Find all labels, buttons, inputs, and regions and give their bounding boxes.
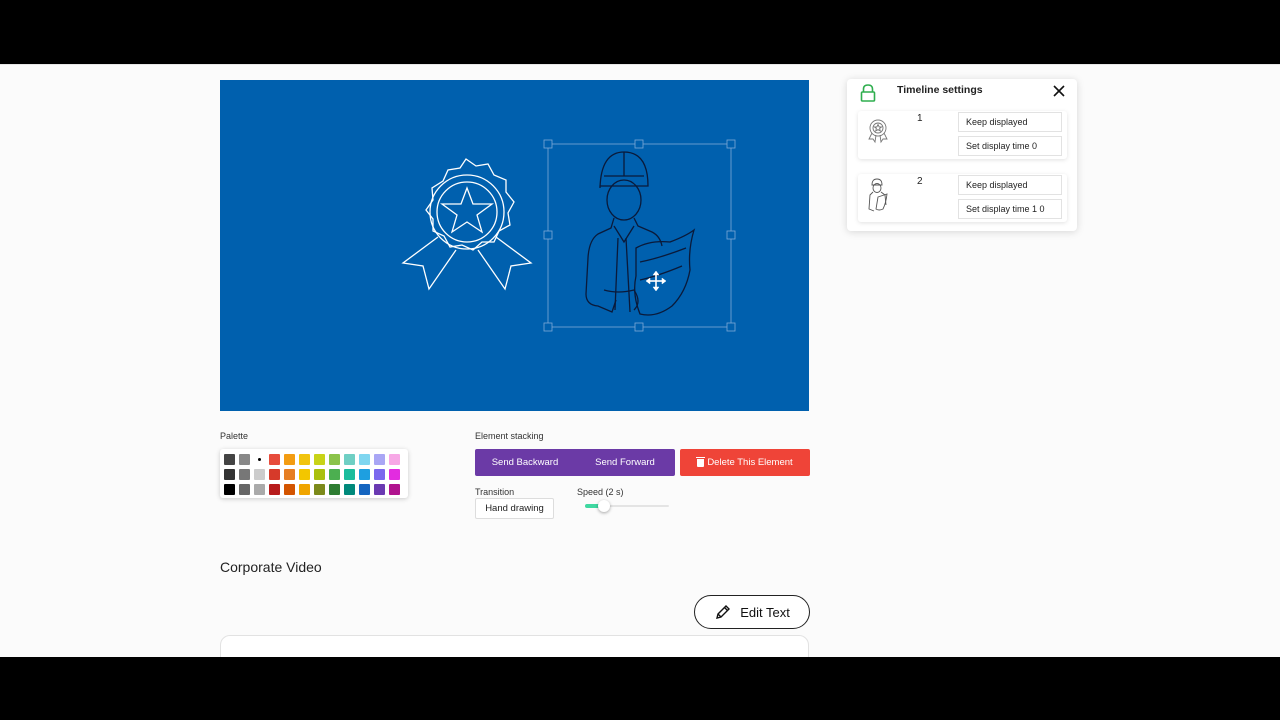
palette-row [224,452,404,467]
color-swatch[interactable] [344,484,355,495]
delete-element-button[interactable]: Delete This Element [680,449,810,476]
color-swatch[interactable] [224,484,235,495]
lock-icon[interactable] [859,83,877,103]
color-swatch[interactable] [224,454,235,465]
transition-label: Transition [475,487,515,497]
selection-box[interactable] [543,139,736,332]
color-swatch[interactable] [284,454,295,465]
badge-ring [429,174,505,250]
engineer-element[interactable] [585,151,696,316]
star-icon [440,186,494,234]
award-badge-element[interactable] [401,158,533,291]
color-swatch[interactable] [299,469,310,480]
color-swatch[interactable] [314,484,325,495]
color-swatch[interactable] [344,454,355,465]
color-swatch[interactable] [269,454,280,465]
color-swatch[interactable] [329,454,340,465]
keep-displayed-button[interactable]: Keep displayed [958,175,1062,195]
color-swatch[interactable] [314,469,325,480]
timeline-settings-panel: Timeline settings 1 Keep displayed Set d… [847,79,1077,231]
timeline-title: Timeline settings [897,84,983,96]
palette-row [224,482,404,497]
keep-displayed-button[interactable]: Keep displayed [958,112,1062,132]
palette-label: Palette [220,431,249,441]
award-badge-thumbnail [868,119,888,144]
color-swatch[interactable] [239,454,250,465]
color-swatch[interactable] [284,469,295,480]
speed-label: Speed (2 s) [577,487,624,497]
color-palette [220,449,408,498]
trash-icon [696,456,706,467]
engineer-thumbnail [868,178,888,212]
color-swatch[interactable] [389,469,400,480]
color-swatch[interactable] [344,469,355,480]
color-swatch[interactable] [359,469,370,480]
edit-text-button[interactable]: Edit Text [694,595,810,629]
editor-app: Palette Element stacking Send Backward S… [0,64,1280,657]
color-swatch[interactable] [254,484,265,495]
send-backward-button[interactable]: Send Backward [475,449,575,476]
speed-slider-thumb[interactable] [597,500,610,512]
color-swatch[interactable] [269,484,280,495]
color-swatch[interactable] [374,454,385,465]
color-swatch[interactable] [359,454,370,465]
timeline-item-1[interactable]: 1 Keep displayed Set display time 0 [858,111,1067,159]
color-swatch[interactable] [389,484,400,495]
color-swatch[interactable] [374,469,385,480]
color-swatch[interactable] [254,469,265,480]
pencil-icon [716,605,731,619]
canvas-stage[interactable] [220,80,809,411]
send-forward-button[interactable]: Send Forward [575,449,675,476]
badge-inner-ring [436,181,498,243]
ribbon-left [401,236,457,291]
timeline-item-number: 1 [917,113,923,124]
color-swatch[interactable] [374,484,385,495]
edit-text-label: Edit Text [740,604,790,620]
color-swatch[interactable] [314,454,325,465]
delete-element-label: Delete This Element [707,457,793,468]
palette-row [224,467,404,482]
ribbon-right [477,236,533,291]
color-swatch[interactable] [299,454,310,465]
stacking-label: Element stacking [475,431,544,441]
close-icon[interactable] [1052,84,1066,98]
color-swatch[interactable] [329,484,340,495]
canvas-artwork [401,139,736,332]
selected-color-swatch[interactable] [254,454,265,465]
text-content-card [220,635,809,657]
color-swatch[interactable] [239,484,250,495]
color-swatch[interactable] [269,469,280,480]
color-swatch[interactable] [389,454,400,465]
transition-select[interactable]: Hand drawing [475,498,554,519]
speed-slider[interactable] [585,500,669,512]
set-display-time-button[interactable]: Set display time 1 0 [958,199,1062,219]
set-display-time-button[interactable]: Set display time 0 [958,136,1062,156]
timeline-item-2[interactable]: 2 Keep displayed Set display time 1 0 [858,174,1067,222]
color-swatch[interactable] [284,484,295,495]
color-swatch[interactable] [239,469,250,480]
color-swatch[interactable] [359,484,370,495]
stacking-button-group: Send Backward Send Forward [475,449,675,476]
color-swatch[interactable] [224,469,235,480]
timeline-item-number: 2 [917,176,923,187]
color-swatch[interactable] [329,469,340,480]
move-cursor-icon [645,270,667,292]
section-title: Corporate Video [220,559,322,575]
color-swatch[interactable] [299,484,310,495]
